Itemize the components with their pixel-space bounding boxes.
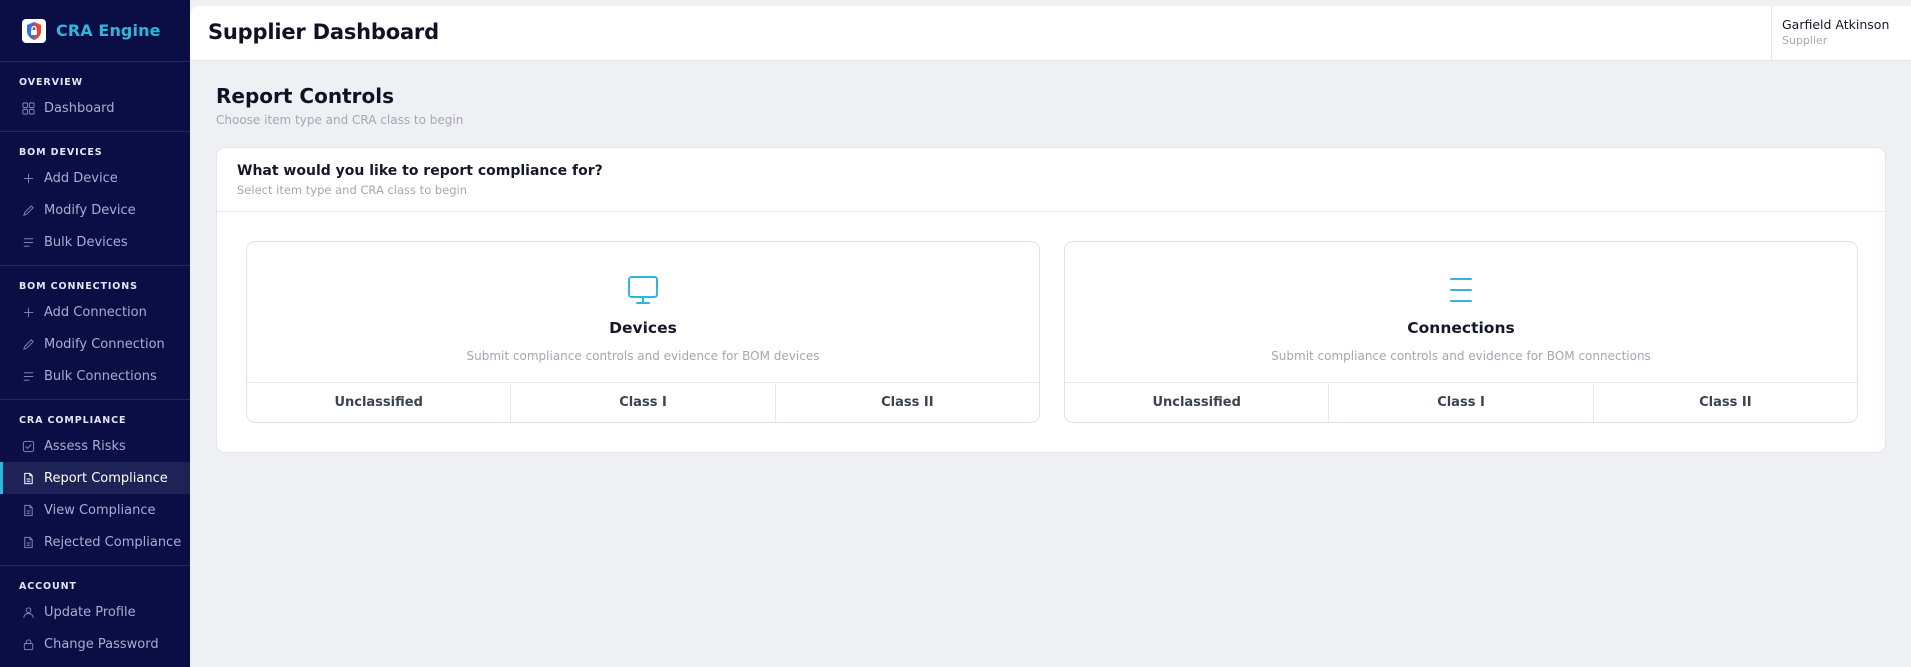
top-bar: Supplier Dashboard Garfield Atkinson Sup… [190,6,1911,61]
section-title: BOM DEVICES [19,147,103,158]
sidebar-item-label: Dashboard [44,100,115,116]
user-menu[interactable]: Garfield Atkinson Supplier [1771,6,1911,60]
brand[interactable]: CRA Engine [0,0,190,62]
cra-shield-logo-icon [22,18,46,43]
sidebar-section-cra-compliance: CRA COMPLIANCE Assess Risks Report Compl… [0,400,190,566]
card-description: Submit compliance controls and evidence … [466,349,820,363]
devices-unclassified-button[interactable]: Unclassified [247,383,510,422]
sidebar-item-view-compliance[interactable]: View Compliance [0,494,190,526]
panel-question: What would you like to report compliance… [237,163,603,179]
sidebar-section-bom-devices: BOM DEVICES Add Device Modify Device Bul… [0,132,190,266]
sidebar-item-label: Add Device [44,170,118,186]
class-selector: Unclassified Class I Class II [1065,382,1857,422]
section-title: CRA COMPLIANCE [19,415,127,426]
list-icon [21,369,35,383]
monitor-icon [625,272,661,308]
sidebar-section-bom-connections: BOM CONNECTIONS Add Connection Modify Co… [0,266,190,400]
connections-card: Connections Submit compliance controls a… [1064,241,1858,423]
section-subheading: Choose item type and CRA class to begin [216,113,464,127]
menu-lines-icon [1443,272,1479,308]
sidebar-item-label: Bulk Connections [44,368,157,384]
sidebar-item-label: Add Connection [44,304,147,320]
sidebar-item-rejected-compliance[interactable]: Rejected Compliance [0,526,190,558]
sidebar-item-label: Report Compliance [44,470,168,486]
sidebar-item-modify-connection[interactable]: Modify Connection [0,328,190,360]
plus-icon [21,171,35,185]
section-title: OVERVIEW [19,77,84,88]
sidebar-section-account: ACCOUNT Update Profile Change Password [0,566,190,667]
section-heading: Report Controls [216,84,394,108]
section-title: ACCOUNT [19,581,77,592]
connections-class-ii-button[interactable]: Class II [1592,383,1857,422]
sidebar-item-modify-device[interactable]: Modify Device [0,194,190,226]
page-title: Supplier Dashboard [208,20,439,44]
devices-card: Devices Submit compliance controls and e… [246,241,1040,423]
pencil-icon [21,337,35,351]
report-controls-panel: What would you like to report compliance… [216,147,1886,453]
list-icon [21,235,35,249]
sidebar-item-bulk-devices[interactable]: Bulk Devices [0,226,190,258]
grid-icon [21,101,35,115]
connections-unclassified-button[interactable]: Unclassified [1065,383,1328,422]
user-icon [21,605,35,619]
sidebar-item-label: Bulk Devices [44,234,128,250]
sidebar-section-overview: OVERVIEW Dashboard [0,62,190,132]
sidebar: CRA Engine OVERVIEW Dashboard BOM DEVICE… [0,0,190,667]
sidebar-item-assess-risks[interactable]: Assess Risks [0,430,190,462]
document-icon [21,471,35,485]
card-title: Devices [609,319,677,337]
checkbox-icon [21,439,35,453]
sidebar-item-bulk-connections[interactable]: Bulk Connections [0,360,190,392]
sidebar-item-add-connection[interactable]: Add Connection [0,296,190,328]
sidebar-item-label: Modify Device [44,202,136,218]
class-selector: Unclassified Class I Class II [247,382,1039,422]
sidebar-item-label: Rejected Compliance [44,534,182,550]
card-title: Connections [1407,319,1515,337]
sidebar-item-label: Change Password [44,636,159,652]
sidebar-item-dashboard[interactable]: Dashboard [0,92,190,124]
sidebar-item-update-profile[interactable]: Update Profile [0,596,190,628]
card-description: Submit compliance controls and evidence … [1271,349,1651,363]
connections-class-i-button[interactable]: Class I [1328,383,1592,422]
sidebar-item-label: Assess Risks [44,438,126,454]
brand-name: CRA Engine [56,21,161,40]
document-icon [21,535,35,549]
section-title: BOM CONNECTIONS [19,281,138,292]
devices-class-ii-button[interactable]: Class II [774,383,1039,422]
document-icon [21,503,35,517]
pencil-icon [21,203,35,217]
plus-icon [21,305,35,319]
devices-class-i-button[interactable]: Class I [510,383,774,422]
panel-header: What would you like to report compliance… [217,148,1885,212]
sidebar-item-report-compliance[interactable]: Report Compliance [0,462,190,494]
sidebar-item-label: View Compliance [44,502,156,518]
lock-icon [21,637,35,651]
panel-hint: Select item type and CRA class to begin [237,183,468,197]
sidebar-item-label: Modify Connection [44,336,165,352]
user-role: Supplier [1782,34,1828,47]
sidebar-item-label: Update Profile [44,604,136,620]
sidebar-item-add-device[interactable]: Add Device [0,162,190,194]
user-name: Garfield Atkinson [1782,17,1890,32]
sidebar-item-change-password[interactable]: Change Password [0,628,190,660]
